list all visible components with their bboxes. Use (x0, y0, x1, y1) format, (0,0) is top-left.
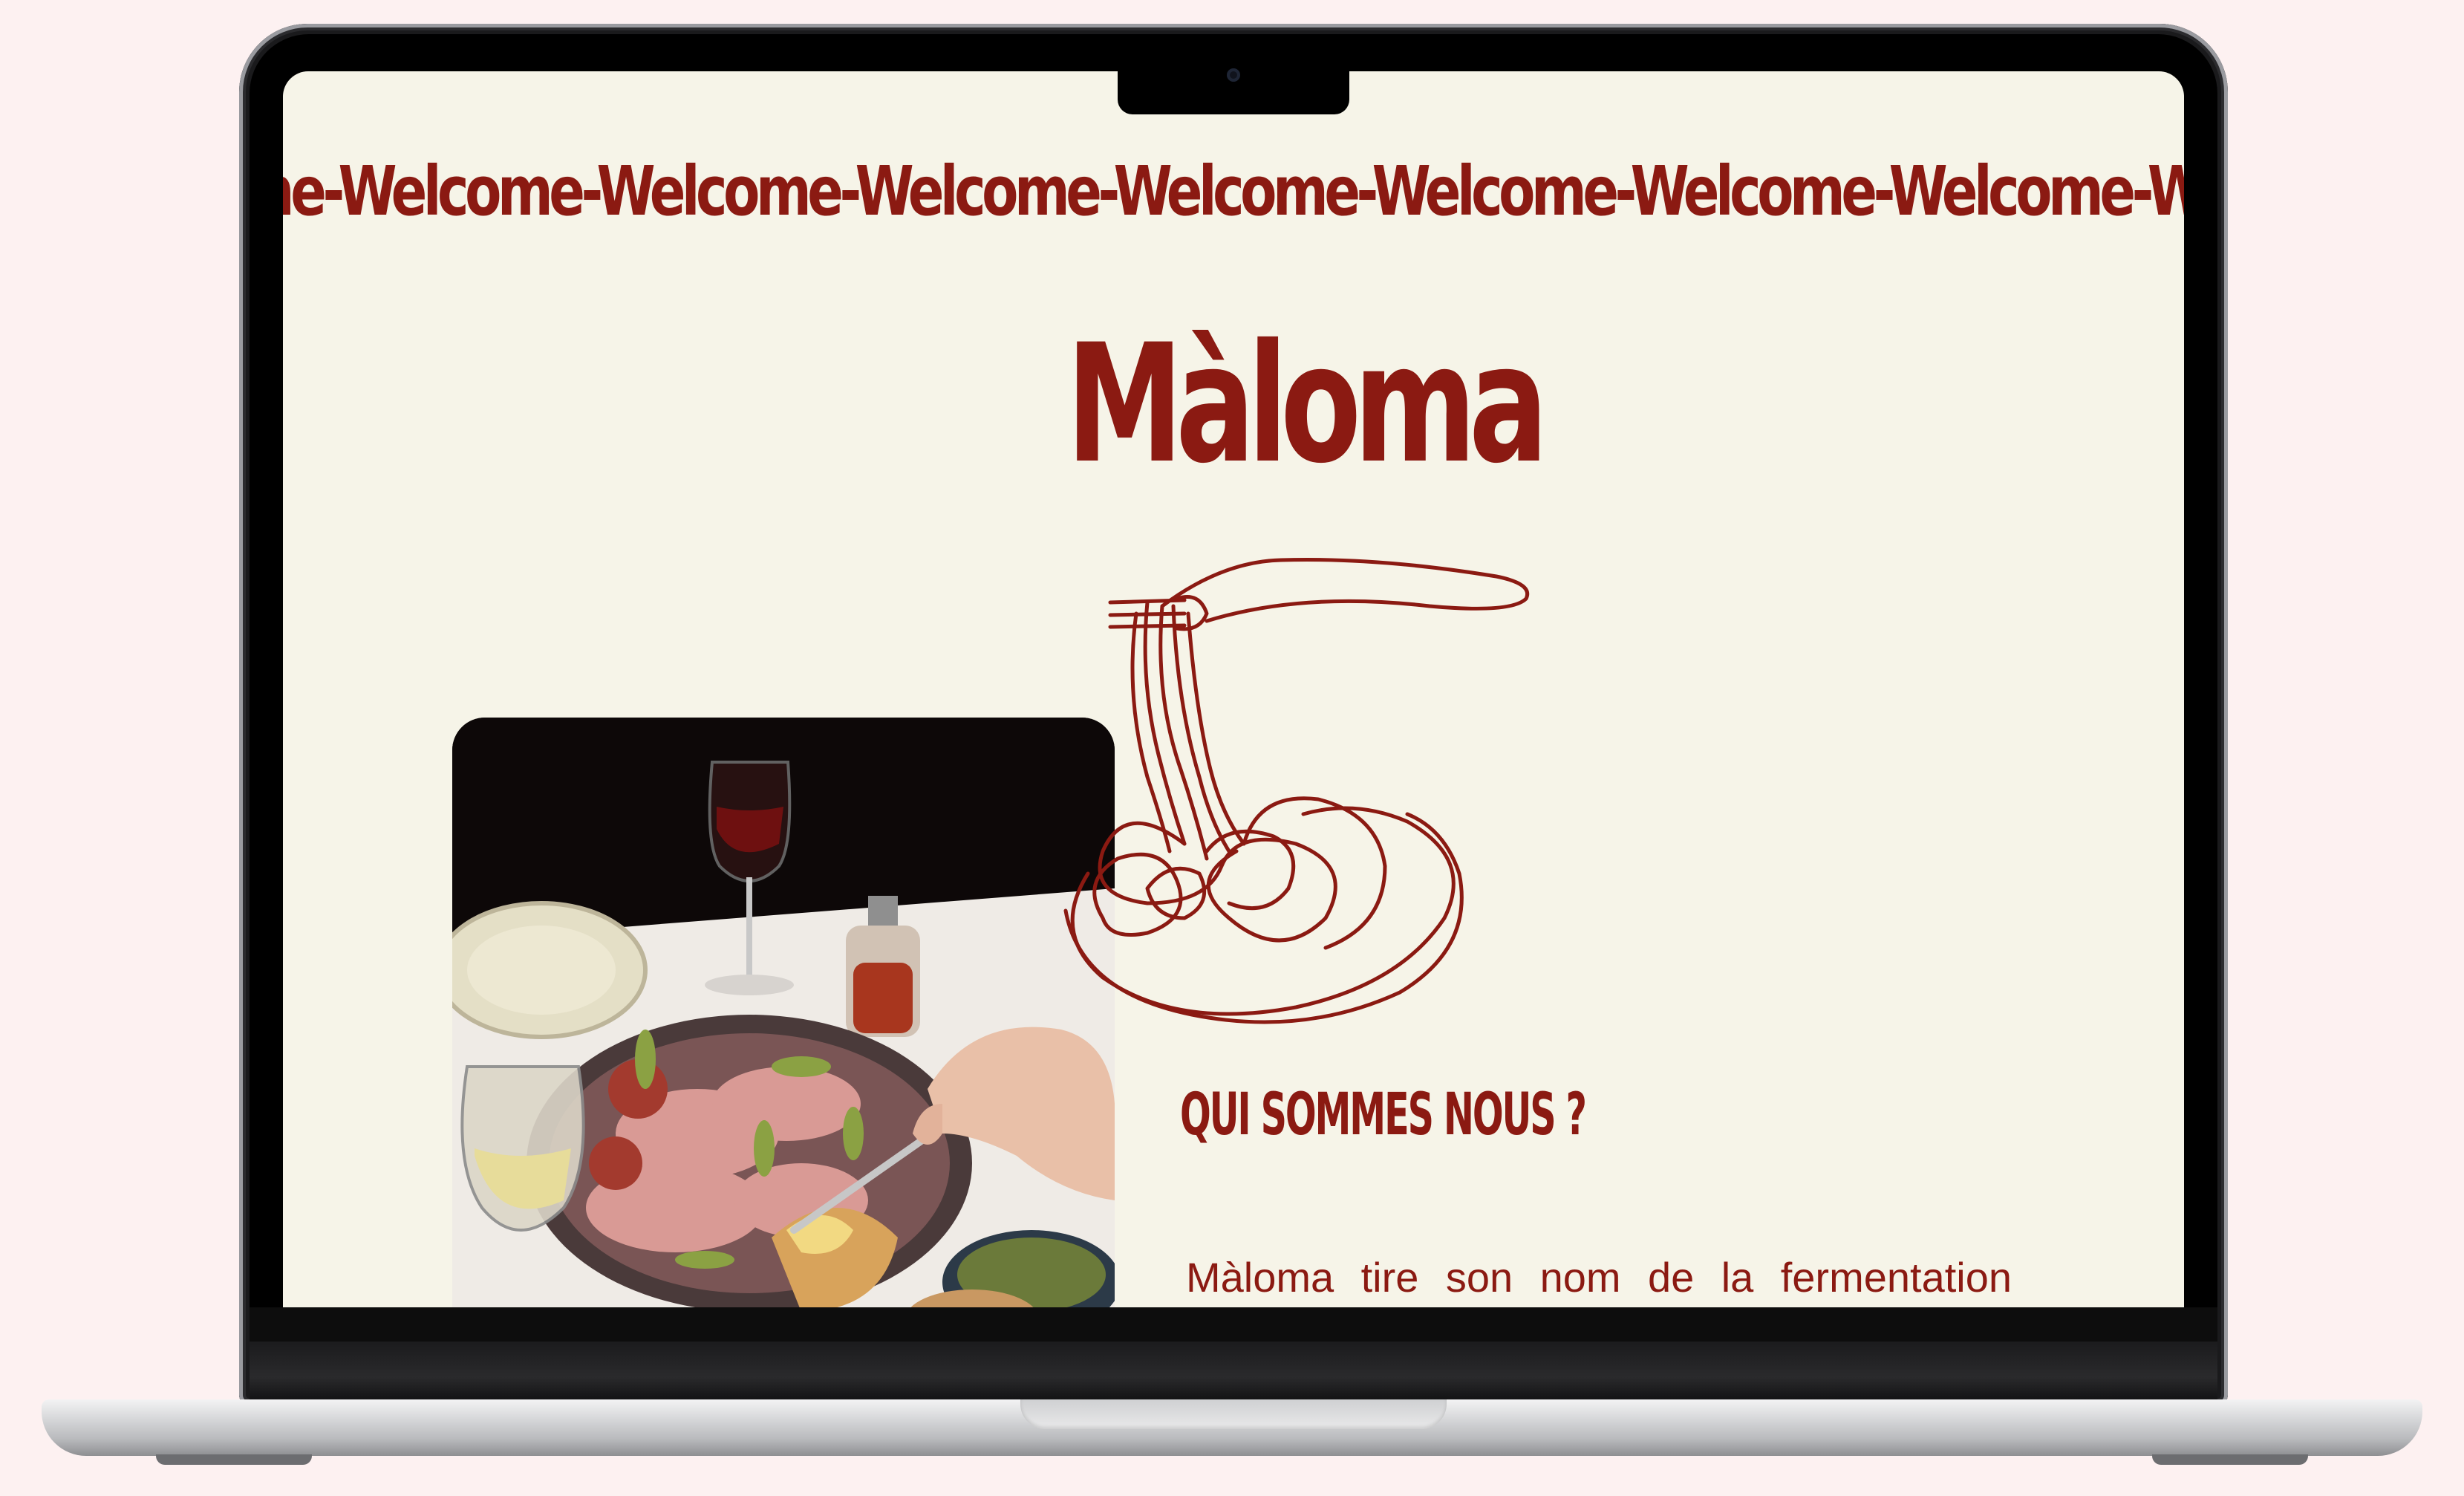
browser-viewport: come-Welcome-Welcome-Welcome-Welcome-Wel… (283, 71, 2184, 1307)
brand-title: Màloma (1066, 309, 1548, 499)
laptop-foot-right (2152, 1454, 2308, 1465)
laptop-foot-left (156, 1454, 312, 1465)
intro-paragraph: Màloma tire son nom de la fermentation m… (1186, 1254, 2012, 1301)
pasta-fork-icon (1063, 557, 1529, 1024)
camera-icon (1227, 68, 1240, 82)
welcome-marquee: come-Welcome-Welcome-Welcome-Welcome-Wel… (283, 152, 2184, 231)
laptop-thumb-notch (1020, 1399, 1447, 1429)
hero-photo-image (452, 718, 1115, 1307)
laptop-hinge (250, 1341, 2217, 1401)
hero-photo (452, 718, 1115, 1307)
laptop-lower-bezel (250, 1307, 2217, 1341)
section-title: QUI SOMMES NOUS ? (1180, 1082, 1587, 1148)
